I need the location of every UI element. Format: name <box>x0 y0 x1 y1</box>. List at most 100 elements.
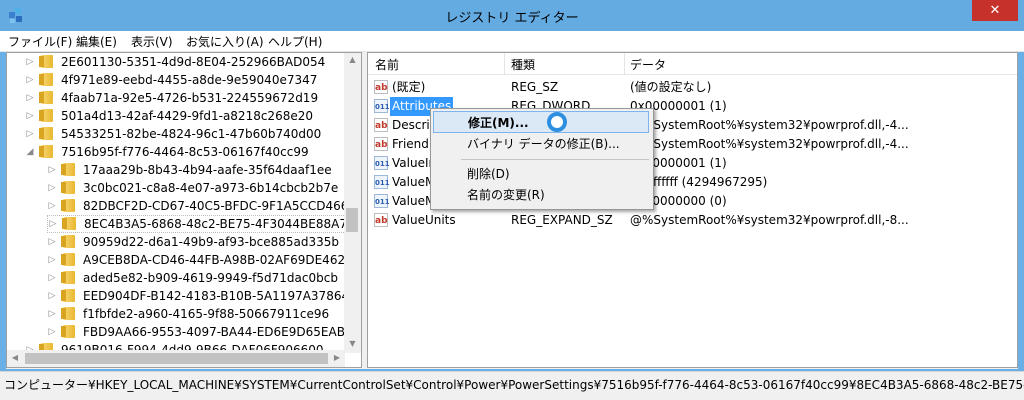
column-data-header[interactable]: データ <box>630 56 666 73</box>
menu-help[interactable]: ヘルプ(H) <box>268 33 322 50</box>
context-modify-binary[interactable]: バイナリ データの修正(B)... <box>433 133 649 155</box>
tree-item[interactable]: ▷ A9CEB8DA-CD46-44FB-A98B-02AF69DE4623 <box>47 251 353 269</box>
expand-arrow-icon[interactable]: ▷ <box>25 53 35 71</box>
folder-icon <box>61 271 77 284</box>
tree-item-label: 82DBCF2D-CD67-40C5-BFDC-9F1A5CCD4663 <box>83 199 357 213</box>
tree-item-label: 501a4d13-42af-4429-9fd1-a8218c268e20 <box>61 109 313 123</box>
expand-arrow-icon[interactable]: ▷ <box>47 305 57 323</box>
folder-icon <box>61 253 77 266</box>
scroll-left-arrow-icon[interactable]: ◀ <box>10 353 20 362</box>
window-title: レジストリ エディター <box>445 11 579 26</box>
tree-item[interactable]: ▷ 82DBCF2D-CD67-40C5-BFDC-9F1A5CCD4663 <box>47 197 356 215</box>
binary-value-icon: 011 <box>374 156 390 170</box>
tree-item-label: 8EC4B3A5-6868-48c2-BE75-4F3044BE88A7 <box>84 217 347 231</box>
tree-item[interactable]: ▷ 17aaa29b-8b43-4b94-aafe-35f64daaf1ee <box>47 161 332 179</box>
expand-arrow-icon[interactable]: ▷ <box>25 71 35 89</box>
tree-item-label: A9CEB8DA-CD46-44FB-A98B-02AF69DE4623 <box>83 253 353 267</box>
column-divider[interactable] <box>504 53 505 74</box>
value-row[interactable]: ab ValueUnits REG_EXPAND_SZ @%SystemRoot… <box>368 211 1017 230</box>
value-list-pane[interactable]: 名前 種類 データ ab (既定) REG_SZ (値の設定なし) 011 At… <box>367 52 1018 368</box>
value-data: (値の設定なし) <box>630 80 712 94</box>
folder-icon <box>39 127 55 140</box>
expand-arrow-icon[interactable]: ▷ <box>47 161 57 179</box>
expand-arrow-icon[interactable]: ▷ <box>25 89 35 107</box>
tree-item[interactable]: ▷ aded5e82-b909-4619-9949-f5d71dac0bcb <box>47 269 338 287</box>
string-value-icon: ab <box>374 80 388 94</box>
column-divider[interactable] <box>624 53 625 74</box>
tree-item-expanded[interactable]: ◢ 7516b95f-f776-4464-8c53-06167f40cc99 <box>25 143 309 161</box>
context-modify[interactable]: 修正(M)... <box>433 111 649 133</box>
string-value-icon: ab <box>374 213 388 227</box>
tree-horizontal-scroll-thumb[interactable] <box>25 353 328 364</box>
registry-editor-window: レジストリ エディター ✕ ファイル(F) 編集(E) 表示(V) お気に入り(… <box>0 0 1024 400</box>
tree-item[interactable]: ▷ 4faab71a-92e5-4726-b531-224559672d19 <box>25 89 318 107</box>
column-type-header[interactable]: 種類 <box>511 56 535 73</box>
status-bar: コンピューター¥HKEY_LOCAL_MACHINE¥SYSTEM¥Curren… <box>0 371 1024 400</box>
value-name: ValueUnits <box>392 213 456 227</box>
title-bar[interactable]: レジストリ エディター ✕ <box>0 0 1024 31</box>
scroll-right-arrow-icon[interactable]: ▶ <box>332 353 342 362</box>
value-type: REG_EXPAND_SZ <box>511 213 613 227</box>
value-data: @%SystemRoot%¥system32¥powrprof.dll,-4..… <box>630 137 909 151</box>
menu-view[interactable]: 表示(V) <box>131 33 173 50</box>
folder-icon <box>39 55 55 68</box>
expand-arrow-icon[interactable]: ▷ <box>47 179 57 197</box>
tree-item-label: 4faab71a-92e5-4726-b531-224559672d19 <box>61 91 319 105</box>
busy-cursor-icon <box>547 112 567 132</box>
folder-icon <box>39 91 55 104</box>
tree-item-label: FBD9AA66-9553-4097-BA44-ED6E9D65EAB8 <box>83 325 353 339</box>
folder-icon <box>61 181 77 194</box>
menu-favorites[interactable]: お気に入り(A) <box>186 33 264 50</box>
value-data: @%SystemRoot%¥system32¥powrprof.dll,-8..… <box>630 213 909 227</box>
value-row[interactable]: ab (既定) REG_SZ (値の設定なし) <box>368 78 1017 97</box>
expand-arrow-icon[interactable]: ▷ <box>48 216 58 232</box>
context-delete[interactable]: 削除(D) <box>433 163 649 185</box>
expand-arrow-icon[interactable]: ▷ <box>47 269 57 287</box>
key-tree-pane[interactable]: ▷ 2E601130-5351-4d9d-8E04-252966BAD054 ▷ 4… <box>6 52 362 368</box>
tree-item-selected[interactable]: ▷ 8EC4B3A5-6868-48c2-BE75-4F3044BE88A7 <box>47 215 352 233</box>
scroll-up-arrow-icon[interactable]: ▲ <box>344 55 361 64</box>
expand-arrow-icon[interactable]: ▷ <box>47 233 57 251</box>
collapse-arrow-icon[interactable]: ◢ <box>25 143 35 161</box>
folder-icon <box>61 289 77 302</box>
tree-item[interactable]: ▷ 4f971e89-eebd-4455-a8de-9e59040e7347 <box>25 71 317 89</box>
context-rename[interactable]: 名前の変更(R) <box>433 184 649 206</box>
expand-arrow-icon[interactable]: ▷ <box>47 251 57 269</box>
expand-arrow-icon[interactable]: ▷ <box>47 323 57 341</box>
close-button[interactable]: ✕ <box>972 0 1018 21</box>
menu-edit[interactable]: 編集(E) <box>76 33 117 50</box>
expand-arrow-icon[interactable]: ▷ <box>25 107 35 125</box>
tree-item-label: EED904DF-B142-4183-B10B-5A1197A37864 <box>83 289 350 303</box>
binary-value-icon: 011 <box>374 194 390 208</box>
value-name: ValueM <box>392 175 436 189</box>
tree-item[interactable]: ▷ 3c0bc021-c8a8-4e07-a973-6b14cbcb2b7e <box>47 179 338 197</box>
context-separator <box>461 159 649 160</box>
list-header: 名前 種類 データ <box>368 53 1017 75</box>
context-menu: 修正(M)... バイナリ データの修正(B)... 削除(D) 名前の変更(R… <box>430 108 654 210</box>
tree-item[interactable]: ▷ 501a4d13-42af-4429-9fd1-a8218c268e20 <box>25 107 313 125</box>
scroll-down-arrow-icon[interactable]: ▼ <box>344 339 361 348</box>
tree-item-label: 17aaa29b-8b43-4b94-aafe-35f64daaf1ee <box>83 163 332 177</box>
column-name-header[interactable]: 名前 <box>375 56 399 73</box>
expand-arrow-icon[interactable]: ▷ <box>47 197 57 215</box>
tree-item[interactable]: ▷ 2E601130-5351-4d9d-8E04-252966BAD054 <box>25 53 325 71</box>
binary-value-icon: 011 <box>374 99 390 113</box>
tree-item[interactable]: ▷ FBD9AA66-9553-4097-BA44-ED6E9D65EAB8 <box>47 323 353 341</box>
tree-item-label: 2E601130-5351-4d9d-8E04-252966BAD054 <box>61 55 326 69</box>
folder-icon <box>39 73 55 86</box>
tree-horizontal-scrollbar[interactable]: ◀ ▶ <box>7 350 345 367</box>
menu-file[interactable]: ファイル(F) <box>8 33 72 50</box>
folder-icon <box>61 235 77 248</box>
string-value-icon: ab <box>374 118 388 132</box>
expand-arrow-icon[interactable]: ▷ <box>25 125 35 143</box>
tree-item[interactable]: ▷ f1fbfde2-a960-4165-9f88-50667911ce96 <box>47 305 329 323</box>
tree-vertical-scrollbar[interactable]: ▲ ▼ <box>344 53 361 353</box>
tree-item-label: 54533251-82be-4824-96c1-47b60b740d00 <box>61 127 322 141</box>
tree-item-label: f1fbfde2-a960-4165-9f88-50667911ce96 <box>83 307 330 321</box>
tree-item[interactable]: ▷ 54533251-82be-4824-96c1-47b60b740d00 <box>25 125 321 143</box>
menu-bar: ファイル(F) 編集(E) 表示(V) お気に入り(A) ヘルプ(H) <box>0 31 1024 52</box>
tree-item[interactable]: ▷ EED904DF-B142-4183-B10B-5A1197A37864 <box>47 287 349 305</box>
expand-arrow-icon[interactable]: ▷ <box>47 287 57 305</box>
tree-item[interactable]: ▷ 90959d22-d6a1-49b9-af93-bce885ad335b <box>47 233 339 251</box>
tree-vertical-scroll-thumb[interactable] <box>346 208 358 232</box>
